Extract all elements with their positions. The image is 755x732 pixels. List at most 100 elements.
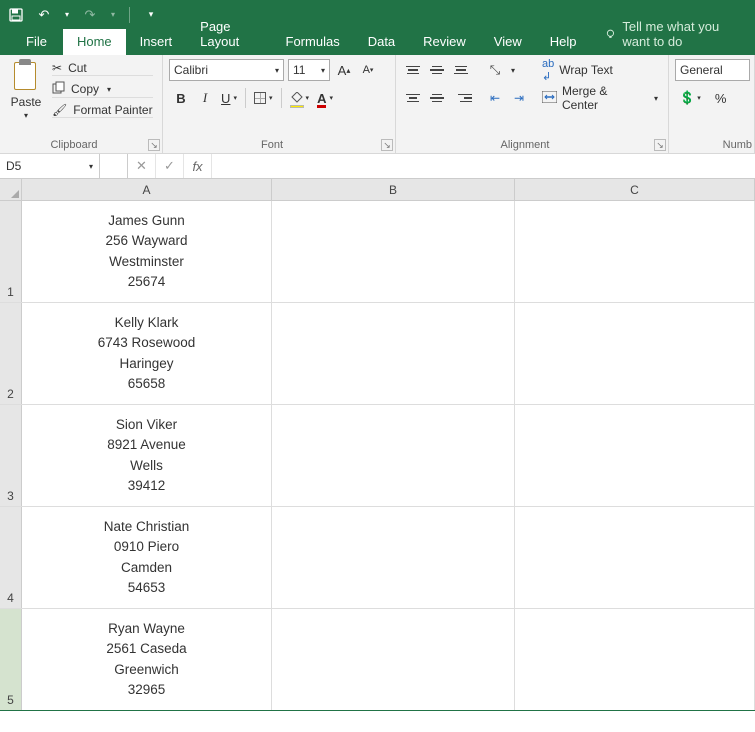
cell[interactable] [272,405,515,506]
chevron-down-icon[interactable]: ▾ [269,66,279,75]
format-painter-button[interactable]: 🖌 Format Painter [52,103,153,118]
qat-customize-icon[interactable]: ▾ [141,5,161,25]
cut-button[interactable]: ✂ Cut [52,61,153,76]
cell-line: Westminster [109,252,184,272]
column-header-C[interactable]: C [515,179,755,200]
wrap-text-button[interactable]: ab↲ Wrap Text [538,59,662,81]
row-header[interactable]: 5 [0,609,22,710]
percent-button[interactable]: % [709,87,733,109]
borders-button[interactable]: ▾ [250,87,277,109]
cell-line: 39412 [128,476,166,496]
chevron-down-icon[interactable]: ▾ [24,111,28,120]
number-format-combo[interactable]: General [675,59,750,81]
align-middle-button[interactable] [426,59,448,81]
increase-font-button[interactable]: A▴ [334,59,354,81]
cell[interactable] [515,303,755,404]
chevron-down-icon[interactable]: ▾ [233,94,237,102]
decrease-font-button[interactable]: A▾ [358,59,378,81]
cell[interactable] [515,609,755,710]
orientation-button[interactable]: ⤡ [484,59,506,81]
cell[interactable] [272,609,515,710]
row-header[interactable]: 1 [0,201,22,302]
align-center-button[interactable] [426,87,448,109]
chevron-down-icon[interactable]: ▾ [315,66,325,75]
dialog-launcher-icon[interactable]: ↘ [654,139,666,151]
enter-formula-button[interactable]: ✓ [156,154,184,178]
cell-line: Wells [130,456,163,476]
cell[interactable] [515,201,755,302]
tab-help[interactable]: Help [536,29,591,55]
save-icon[interactable] [6,5,26,25]
tab-home[interactable]: Home [63,29,126,55]
redo-dropdown-icon[interactable]: ▾ [108,5,118,25]
tab-formulas[interactable]: Formulas [272,29,354,55]
undo-icon[interactable]: ↶ [34,5,54,25]
cell[interactable] [272,201,515,302]
chevron-down-icon[interactable]: ▾ [269,94,273,102]
tab-review[interactable]: Review [409,29,480,55]
cancel-formula-button[interactable]: ✕ [128,154,156,178]
italic-button[interactable]: I [193,87,217,109]
decrease-indent-button[interactable]: ⇤ [484,87,506,109]
bucket-icon [290,91,303,106]
fill-swatch [290,105,304,108]
dialog-launcher-icon[interactable]: ↘ [381,139,393,151]
increase-indent-button[interactable]: ⇥ [508,87,530,109]
formula-input[interactable] [212,154,755,178]
chevron-down-icon[interactable]: ▾ [107,85,111,94]
cell[interactable]: James Gunn256 WaywardWestminster25674 [22,201,272,302]
merge-icon [542,91,557,106]
cell[interactable]: Nate Christian0910 PieroCamden54653 [22,507,272,608]
dialog-launcher-icon[interactable]: ↘ [148,139,160,151]
tab-data[interactable]: Data [354,29,409,55]
align-right-button[interactable] [450,87,472,109]
copy-label: Copy [71,82,99,96]
paste-button[interactable]: Paste ▾ [6,59,46,135]
group-label: Clipboard [0,139,148,151]
fill-color-button[interactable]: ▾ [286,87,314,109]
chevron-down-icon[interactable]: ▾ [508,59,518,81]
cell[interactable] [272,303,515,404]
tab-page-layout[interactable]: Page Layout [186,14,271,55]
group-number: General 💲▾ % Numb [669,55,755,153]
cell[interactable]: Ryan Wayne2561 CasedaGreenwich32965 [22,609,272,710]
font-color-button[interactable]: A▾ [313,87,337,109]
underline-button[interactable]: U▾ [217,87,241,109]
tab-insert[interactable]: Insert [126,29,187,55]
row-header[interactable]: 2 [0,303,22,404]
cell[interactable] [515,405,755,506]
cell[interactable]: Sion Viker8921 AvenueWells39412 [22,405,272,506]
bold-button[interactable]: B [169,87,193,109]
row-header[interactable]: 3 [0,405,22,506]
tell-me[interactable]: Tell me what you want to do [591,19,755,55]
align-left-button[interactable] [402,87,424,109]
orientation-icon: ⤡ [490,62,500,78]
tab-file[interactable]: File [10,29,63,55]
name-box[interactable]: D5 ▾ [0,154,100,178]
select-all-corner[interactable] [0,179,22,200]
cell[interactable]: Kelly Klark6743 RosewoodHaringey65658 [22,303,272,404]
font-size-combo[interactable]: 11 ▾ [288,59,330,81]
merge-center-button[interactable]: Merge & Center ▾ [538,87,662,109]
align-top-button[interactable] [402,59,424,81]
tell-me-label: Tell me what you want to do [622,19,747,49]
redo-icon[interactable]: ↷ [80,5,100,25]
cell[interactable] [272,507,515,608]
copy-button[interactable]: Copy ▾ [52,81,153,98]
font-name-combo[interactable]: Calibri ▾ [169,59,284,81]
undo-dropdown-icon[interactable]: ▾ [62,5,72,25]
column-header-B[interactable]: B [272,179,515,200]
align-bottom-button[interactable] [450,59,472,81]
cell[interactable] [515,507,755,608]
chevron-down-icon[interactable]: ▾ [306,94,310,102]
column-header-A[interactable]: A [22,179,272,200]
chevron-down-icon[interactable]: ▾ [654,94,658,103]
separator [281,88,282,108]
insert-function-button[interactable]: fx [184,154,212,178]
accounting-format-button[interactable]: 💲▾ [675,87,705,109]
chevron-down-icon[interactable]: ▾ [329,94,333,102]
cell-line: Kelly Klark [115,313,179,333]
chevron-down-icon[interactable]: ▾ [89,162,93,171]
row-header[interactable]: 4 [0,507,22,608]
tab-view[interactable]: View [480,29,536,55]
